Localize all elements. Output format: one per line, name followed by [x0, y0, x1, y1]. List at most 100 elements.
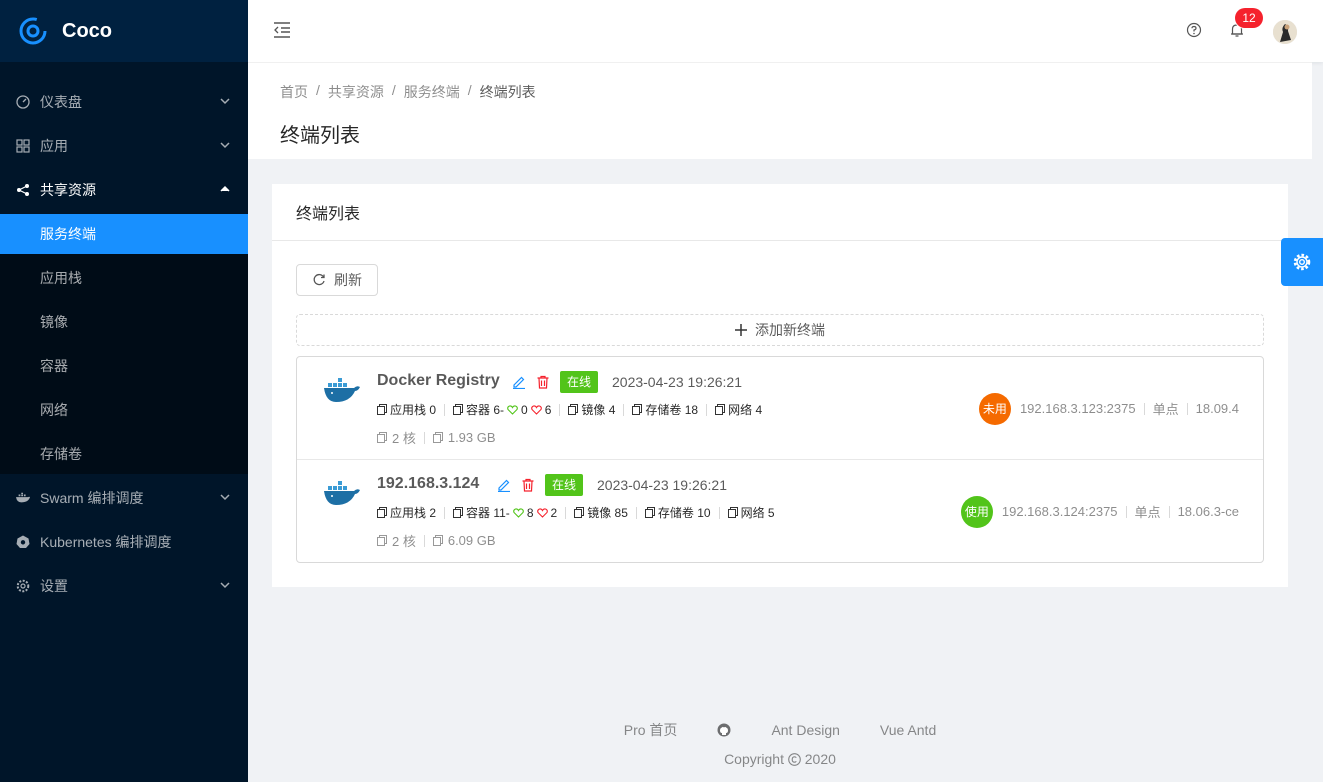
stat-containers[interactable]: 容器 11- 8 2 — [453, 504, 557, 521]
endpoint-resources: 2 核 6.09 GB — [377, 531, 496, 550]
divider — [1186, 402, 1188, 415]
menu-label: Swarm 编排调度 — [40, 490, 144, 506]
copy-icon — [715, 404, 726, 415]
avatar[interactable] — [1273, 20, 1297, 44]
menu-label: Kubernetes 编排调度 — [40, 534, 172, 550]
unhealthy-count: 6 — [544, 402, 552, 417]
stat-networks-label: 网络 4 — [728, 403, 763, 417]
stat-containers-label: 容器 6- — [466, 403, 505, 417]
edit-icon[interactable] — [512, 375, 526, 389]
page-title: 终端列表 — [280, 125, 360, 147]
copy-icon — [377, 507, 387, 518]
menu-item-settings[interactable]: 设置 — [0, 566, 248, 606]
delete-icon[interactable] — [521, 478, 535, 492]
logo[interactable]: Coco — [0, 0, 248, 62]
divider — [635, 506, 637, 519]
sidebar-item-images[interactable]: 镜像 — [0, 302, 248, 342]
list-item: Docker Registry 在线 2023-04-23 19:26:21 应… — [297, 357, 1263, 460]
submenu-shared: 服务终端 应用栈 镜像 容器 网络 存储卷 — [0, 214, 248, 474]
endpoint-version: 18.06.3-ce — [1177, 504, 1239, 519]
heart-healthy-icon — [507, 404, 518, 415]
menu-label: 服务终端 — [40, 226, 96, 242]
usage-avatar: 使用 — [960, 495, 993, 528]
docker-whale-icon — [324, 481, 360, 505]
menu-item-swarm[interactable]: Swarm 编排调度 — [0, 478, 248, 518]
edit-icon[interactable] — [497, 478, 511, 492]
copy-icon — [644, 507, 655, 518]
setting-drawer-button[interactable] — [1281, 238, 1323, 286]
stat-networks[interactable]: 网络 5 — [727, 504, 775, 521]
menu-item-apps[interactable]: 应用 — [0, 126, 248, 166]
endpoint-meta: 使用 192.168.3.124:2375 单点 18.06.3-ce — [960, 460, 1239, 563]
github-icon[interactable] — [717, 723, 731, 737]
plus-icon — [735, 324, 747, 336]
stat-images[interactable]: 镜像 85 — [574, 504, 628, 521]
menu-item-shared[interactable]: 共享资源 — [0, 170, 248, 210]
copyright-icon — [788, 753, 801, 766]
endpoint-name[interactable]: 192.168.3.124 — [377, 475, 479, 493]
stat-stacks[interactable]: 应用栈 0 — [377, 401, 436, 418]
heart-healthy-icon — [512, 507, 524, 518]
sidebar-item-stacks[interactable]: 应用栈 — [0, 258, 248, 298]
divider — [444, 403, 446, 416]
menu-label: 仪表盘 — [40, 94, 82, 110]
breadcrumb-endpoints[interactable]: 服务终端 — [404, 82, 460, 102]
endpoint-list: Docker Registry 在线 2023-04-23 19:26:21 应… — [296, 356, 1264, 563]
question-circle-icon[interactable] — [1186, 22, 1202, 38]
sidebar-item-containers[interactable]: 容器 — [0, 346, 248, 386]
menu-label: 共享资源 — [40, 182, 96, 198]
footer-link-vue-antd[interactable]: Vue Antd — [880, 722, 936, 738]
breadcrumb-home[interactable]: 首页 — [280, 82, 308, 102]
breadcrumb-shared[interactable]: 共享资源 — [328, 82, 384, 102]
menu-item-dashboard[interactable]: 仪表盘 — [0, 82, 248, 122]
endpoint-name[interactable]: Docker Registry — [377, 372, 500, 390]
stat-networks[interactable]: 网络 4 — [715, 401, 762, 418]
copy-icon — [632, 404, 643, 415]
copyright-year: 2020 — [804, 751, 836, 767]
stat-stacks[interactable]: 应用栈 2 — [377, 504, 436, 521]
footer-link-antd[interactable]: Ant Design — [771, 722, 839, 738]
endpoint-stats: 应用栈 2 容器 11- 8 2 镜像 85 存储卷 10 网络 5 — [377, 504, 775, 521]
usage-avatar: 未用 — [978, 392, 1011, 425]
side-menu: 仪表盘 应用 共享资源 服务终端 应用栈 镜像 容器 网络 存储卷 Swarm … — [0, 62, 248, 606]
endpoint-address: 192.168.3.124:2375 — [1001, 504, 1118, 519]
sidebar-item-endpoints[interactable]: 服务终端 — [0, 214, 248, 254]
sidebar: Coco 仪表盘 应用 共享资源 服务终端 应用栈 镜像 容器 网络 存储卷 S — [0, 0, 248, 782]
menu-item-kubernetes[interactable]: Kubernetes 编排调度 — [0, 522, 248, 562]
delete-icon[interactable] — [536, 375, 550, 389]
endpoint-time: 2023-04-23 19:26:21 — [597, 477, 727, 493]
status-badge: 在线 — [545, 474, 584, 496]
sidebar-item-networks[interactable]: 网络 — [0, 390, 248, 430]
add-endpoint-button[interactable]: 添加新终端 — [296, 314, 1264, 346]
copy-icon — [377, 432, 387, 443]
refresh-label: 刷新 — [334, 272, 362, 288]
breadcrumb-current: 终端列表 — [479, 84, 536, 100]
endpoint-card: 终端列表 刷新 添加新终端 Docker Registry 在线 2023-04… — [272, 184, 1288, 587]
stat-containers[interactable]: 容器 6- 0 6 — [453, 401, 551, 418]
divider — [1168, 505, 1170, 518]
stat-images-label: 镜像 4 — [581, 403, 616, 417]
refresh-button[interactable]: 刷新 — [296, 264, 378, 296]
stat-volumes-label: 存储卷 18 — [645, 403, 699, 417]
stat-containers-label: 容器 11- — [466, 506, 510, 520]
sidebar-item-volumes[interactable]: 存储卷 — [0, 434, 248, 474]
copy-icon — [574, 507, 585, 518]
menu-fold-icon[interactable] — [272, 20, 292, 40]
cpu-count: 2 核 — [392, 534, 416, 549]
endpoint-mode: 单点 — [1134, 505, 1161, 520]
divider — [444, 506, 446, 519]
footer-link-pro[interactable]: Pro 首页 — [624, 720, 678, 740]
stat-images[interactable]: 镜像 4 — [568, 401, 615, 418]
stat-volumes[interactable]: 存储卷 18 — [632, 401, 698, 418]
divider — [1125, 505, 1127, 518]
stat-volumes-label: 存储卷 10 — [657, 506, 711, 520]
stat-volumes[interactable]: 存储卷 10 — [644, 504, 711, 521]
chevron-up-icon — [220, 185, 230, 192]
notification-badge: 12 — [1235, 8, 1263, 28]
divider — [423, 534, 425, 547]
top-header: 12 — [248, 0, 1323, 62]
menu-label: 应用栈 — [40, 270, 82, 286]
divider — [623, 403, 625, 416]
copy-icon — [377, 404, 387, 415]
copy-icon — [727, 507, 738, 518]
